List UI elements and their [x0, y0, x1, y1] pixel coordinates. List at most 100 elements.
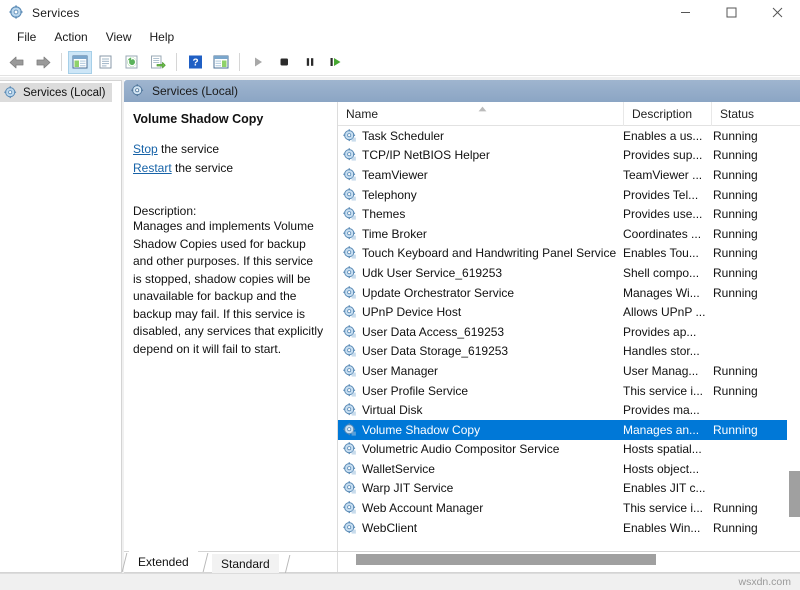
pane-header-label: Services (Local) [152, 84, 238, 98]
table-row[interactable]: Time BrokerCoordinates ...Running [338, 224, 800, 244]
cell-status: Running [711, 286, 789, 300]
menu-help[interactable]: Help [141, 28, 184, 46]
cell-name: Volumetric Audio Compositor Service [338, 442, 623, 456]
cell-description: Enables a us... [623, 129, 711, 143]
services-list: Name Description Status Ta [337, 102, 800, 573]
table-row[interactable]: TelephonyProvides Tel...Running [338, 185, 800, 205]
service-gear-icon [343, 168, 357, 182]
forward-button[interactable] [31, 51, 55, 74]
table-row[interactable]: Volumetric Audio Compositor ServiceHosts… [338, 440, 800, 460]
service-name: User Manager [362, 364, 438, 378]
cell-status: Running [711, 227, 789, 241]
cell-status: Running [711, 364, 789, 378]
pause-service-button[interactable] [298, 51, 322, 74]
cell-description: Hosts spatial... [623, 442, 711, 456]
table-row[interactable]: User Data Storage_619253Handles stor... [338, 342, 800, 362]
export-list-button[interactable] [146, 51, 170, 74]
properties-button[interactable] [94, 51, 118, 74]
tree-node-services-local[interactable]: Services (Local) [0, 83, 112, 102]
action-restart-line: Restart the service [133, 159, 324, 178]
table-row[interactable]: WalletServiceHosts object... [338, 459, 800, 479]
service-gear-icon [343, 423, 357, 437]
service-gear-icon [343, 188, 357, 202]
service-gear-icon [343, 403, 357, 417]
service-gear-icon [343, 207, 357, 221]
cell-name: WebClient [338, 521, 623, 535]
column-header-description-label: Description [632, 107, 692, 121]
minimize-icon[interactable] [662, 0, 708, 25]
table-row[interactable]: Warp JIT Service Enables JIT c... [338, 479, 800, 499]
table-row[interactable]: WebClientEnables Win...Running [338, 518, 800, 538]
cell-description: Provides use... [623, 207, 711, 221]
restart-service-button[interactable] [324, 51, 348, 74]
cell-description: Manages Wi... [623, 286, 711, 300]
menu-action[interactable]: Action [45, 28, 96, 46]
service-name: WalletService [362, 462, 435, 476]
service-name: Udk User Service_619253 [362, 266, 502, 280]
service-name: TCP/IP NetBIOS Helper [362, 148, 490, 162]
service-name: WebClient [362, 521, 417, 535]
column-header-name[interactable]: Name [338, 102, 623, 126]
service-gear-icon [343, 344, 357, 358]
vertical-scrollbar-thumb[interactable] [789, 471, 800, 517]
cell-name: User Data Access_619253 [338, 325, 623, 339]
cell-description: Shell compo... [623, 266, 711, 280]
service-name: Touch Keyboard and Handwriting Panel Ser… [362, 246, 616, 260]
table-row[interactable]: TCP/IP NetBIOS HelperProvides sup...Runn… [338, 146, 800, 166]
table-row[interactable]: Udk User Service_619253 Shell compo...Run… [338, 263, 800, 283]
vertical-scrollbar[interactable] [787, 126, 800, 551]
toolbar: ? [0, 49, 800, 76]
services-gear-icon [131, 84, 145, 98]
tab-extended[interactable]: Extended [129, 551, 198, 572]
service-gear-icon [343, 521, 357, 535]
table-row[interactable]: User Profile ServiceThis service i...Run… [338, 381, 800, 401]
refresh-button[interactable] [120, 51, 144, 74]
menu-view[interactable]: View [97, 28, 141, 46]
menu-file[interactable]: File [8, 28, 45, 46]
cell-status: Running [711, 246, 789, 260]
maximize-icon[interactable] [708, 0, 754, 25]
service-gear-icon [343, 501, 357, 515]
services-gear-icon [4, 86, 18, 100]
service-name: Warp JIT Service [362, 481, 453, 495]
tab-standard[interactable]: Standard [212, 554, 279, 573]
restart-service-link[interactable]: Restart [133, 161, 172, 175]
table-row[interactable]: Virtual DiskProvides ma... [338, 400, 800, 420]
service-gear-icon [343, 129, 357, 143]
stop-service-button[interactable] [272, 51, 296, 74]
service-name: Update Orchestrator Service [362, 286, 514, 300]
service-gear-icon [343, 286, 357, 300]
cell-name: Themes [338, 207, 623, 221]
service-gear-icon [343, 462, 357, 476]
column-header-description[interactable]: Description [623, 102, 711, 126]
start-service-button[interactable] [246, 51, 270, 74]
table-row[interactable]: Task SchedulerEnables a us...Running [338, 126, 800, 146]
cell-status: Running [711, 266, 789, 280]
table-row[interactable]: UPnP Device HostAllows UPnP ... [338, 302, 800, 322]
table-row[interactable]: Touch Keyboard and Handwriting Panel Ser… [338, 244, 800, 264]
show-hide-console-tree-button[interactable] [68, 51, 92, 74]
status-bar [0, 573, 800, 590]
help-button[interactable]: ? [183, 51, 207, 74]
table-row[interactable]: User ManagerUser Manag...Running [338, 361, 800, 381]
service-name: User Data Access_619253 [362, 325, 504, 339]
back-button[interactable] [5, 51, 29, 74]
service-name: UPnP Device Host [362, 305, 461, 319]
cell-description: Enables JIT c... [623, 481, 711, 495]
cell-name: Task Scheduler [338, 129, 623, 143]
stop-service-link[interactable]: Stop [133, 142, 158, 156]
table-row[interactable]: Update Orchestrator Service Manages Wi...… [338, 283, 800, 303]
table-row-selected[interactable]: Volume Shadow CopyManages an...Running [338, 420, 800, 440]
table-row[interactable]: ThemesProvides use...Running [338, 204, 800, 224]
title-bar: Services [0, 0, 800, 25]
table-row[interactable]: TeamViewerTeamViewer ...Running [338, 165, 800, 185]
mmc-pane: Services (Local) Volume Shadow Copy Stop… [124, 80, 800, 573]
table-row[interactable]: Web Account ManagerThis service i...Runn… [338, 498, 800, 518]
table-row[interactable]: User Data Access_619253Provides ap... [338, 322, 800, 342]
show-action-pane-button[interactable] [209, 51, 233, 74]
watermark: wsxdn.com [738, 576, 791, 588]
column-header-status[interactable]: Status [711, 102, 789, 126]
close-icon[interactable] [754, 0, 800, 25]
cell-name: Touch Keyboard and Handwriting Panel Ser… [338, 246, 623, 260]
cell-description: Provides sup... [623, 148, 711, 162]
